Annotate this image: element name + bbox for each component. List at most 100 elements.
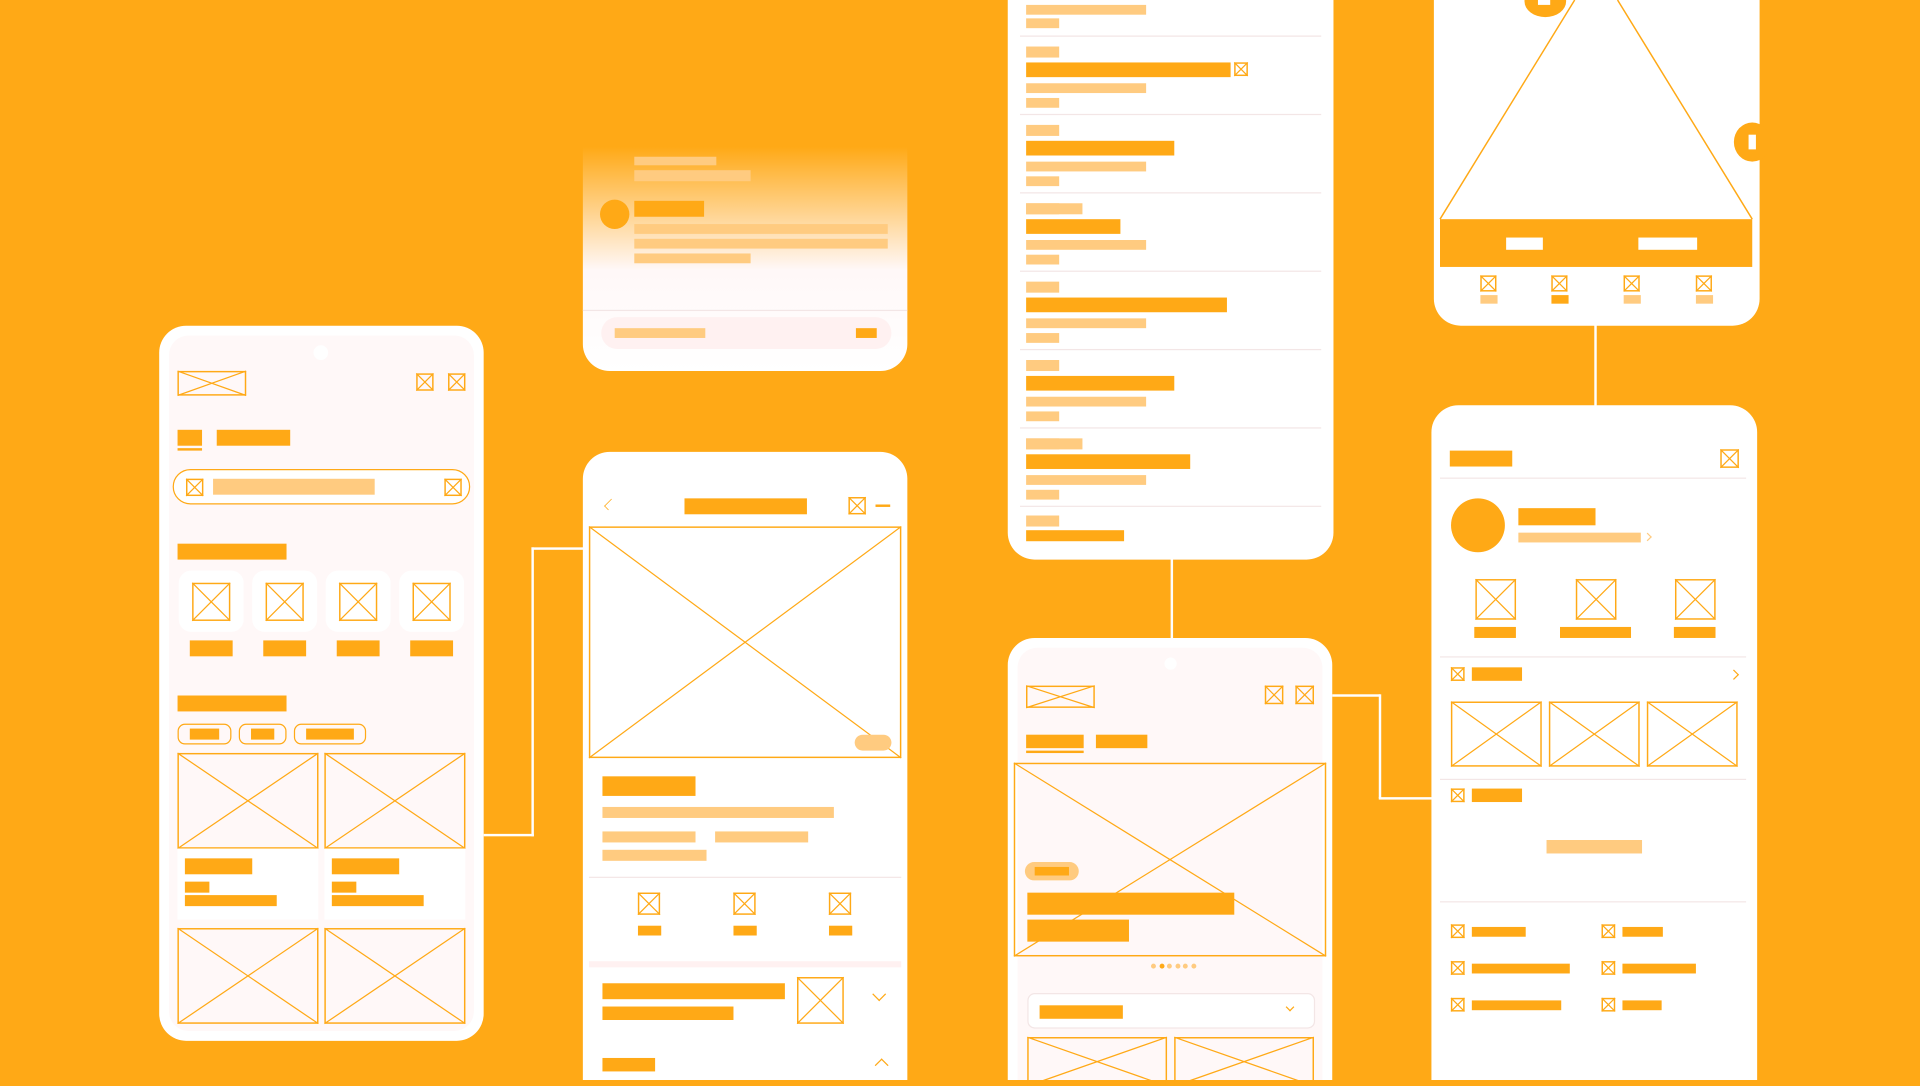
tab-active	[177, 429, 203, 446]
text-placeholder-light	[715, 831, 809, 843]
text-placeholder-light	[1026, 438, 1083, 450]
menu-icon	[1601, 924, 1616, 939]
wireframe-flow-diagram	[0, 0, 1920, 1086]
profile-avatar	[1451, 498, 1505, 553]
stat-icon	[1474, 578, 1516, 621]
divider	[1020, 505, 1322, 507]
tab-underline	[177, 448, 203, 451]
list-item-title	[1026, 219, 1121, 234]
list-item-title	[1026, 62, 1231, 78]
product-image	[177, 752, 319, 850]
text-placeholder	[331, 881, 357, 893]
text-placeholder-light	[1026, 83, 1147, 94]
logo-placeholder	[177, 370, 247, 397]
nav-icon	[1550, 275, 1568, 292]
text-placeholder	[602, 1057, 656, 1072]
action-label	[637, 925, 662, 936]
action-label	[733, 925, 757, 936]
product-title	[602, 776, 696, 796]
text-placeholder-light	[1026, 489, 1060, 500]
menu-icon	[1601, 960, 1616, 976]
header-icon	[415, 373, 434, 392]
empty-state-text	[1546, 840, 1643, 854]
more-icon	[875, 504, 891, 507]
stat-label	[1474, 626, 1516, 638]
category-icon	[265, 582, 305, 622]
carousel-dot[interactable]	[1158, 963, 1164, 969]
control	[1638, 237, 1698, 250]
list-item-title	[1026, 375, 1175, 391]
divider	[582, 309, 908, 312]
action-icon	[637, 892, 661, 916]
divider	[1020, 270, 1322, 272]
category-icon	[338, 582, 378, 622]
camera-notch	[1164, 657, 1177, 670]
triangle-image-placeholder	[1439, 0, 1753, 220]
text-placeholder-light	[1026, 18, 1060, 29]
menu-item	[1622, 1000, 1662, 1011]
list-item-meta	[1026, 360, 1060, 372]
chip-label	[306, 728, 354, 740]
carousel-dot[interactable]	[1166, 963, 1172, 969]
section-title	[1471, 788, 1523, 803]
menu-item	[1622, 926, 1663, 937]
divider	[1020, 348, 1322, 351]
text-placeholder-light	[1026, 240, 1147, 250]
pill	[854, 734, 892, 751]
dropdown-value	[1039, 1005, 1123, 1019]
control	[1506, 237, 1543, 250]
nav-label	[1623, 295, 1641, 304]
settings-icon	[1719, 448, 1740, 469]
category-icon	[412, 582, 452, 622]
connector-line	[1332, 694, 1381, 697]
chip-label	[189, 728, 220, 740]
section-title	[177, 543, 287, 560]
carousel-dot[interactable]	[1182, 963, 1188, 969]
carousel-dot[interactable]	[1174, 963, 1180, 969]
menu-icon	[1450, 960, 1465, 976]
action-label	[828, 925, 853, 936]
notification-title	[634, 200, 705, 217]
divider	[1020, 113, 1322, 116]
side-inner	[1748, 134, 1756, 150]
text-placeholder-light	[1026, 396, 1147, 407]
category-label	[263, 640, 307, 657]
nav-icon	[1623, 275, 1641, 292]
divider	[1020, 427, 1322, 429]
menu-icon	[1450, 997, 1465, 1012]
category-icon	[191, 582, 231, 622]
text-placeholder-light	[1026, 411, 1060, 422]
text-placeholder	[1027, 919, 1129, 942]
divider	[1020, 192, 1322, 194]
connector-line	[1378, 797, 1433, 799]
action-icon	[828, 892, 852, 916]
divider	[1440, 477, 1747, 479]
menu-item	[1622, 963, 1696, 974]
header-icon	[1264, 685, 1284, 705]
card-title	[1027, 892, 1235, 915]
list-item-title	[1026, 297, 1227, 313]
action-icon	[733, 892, 756, 916]
text-placeholder	[1026, 530, 1125, 542]
send-button	[855, 328, 877, 338]
tab-active	[1026, 734, 1084, 749]
carousel-dot[interactable]	[1190, 963, 1196, 969]
product-image	[324, 927, 466, 1025]
section-title	[177, 695, 287, 712]
text-placeholder-light	[1026, 515, 1060, 527]
list-item-meta	[1026, 46, 1060, 58]
gallery-image	[1450, 701, 1542, 768]
divider	[1440, 901, 1747, 903]
text-placeholder-light	[1518, 532, 1641, 543]
divider	[588, 876, 902, 878]
text-placeholder-light	[602, 806, 834, 818]
text-placeholder	[184, 895, 277, 907]
carousel-dot[interactable]	[1151, 963, 1156, 969]
text-placeholder-light	[614, 328, 706, 338]
camera-notch	[313, 345, 329, 361]
text-placeholder-light	[1026, 318, 1147, 329]
stat-icon	[1674, 578, 1716, 621]
product-image	[324, 752, 466, 850]
header-icon	[447, 373, 466, 392]
avatar	[600, 199, 630, 229]
